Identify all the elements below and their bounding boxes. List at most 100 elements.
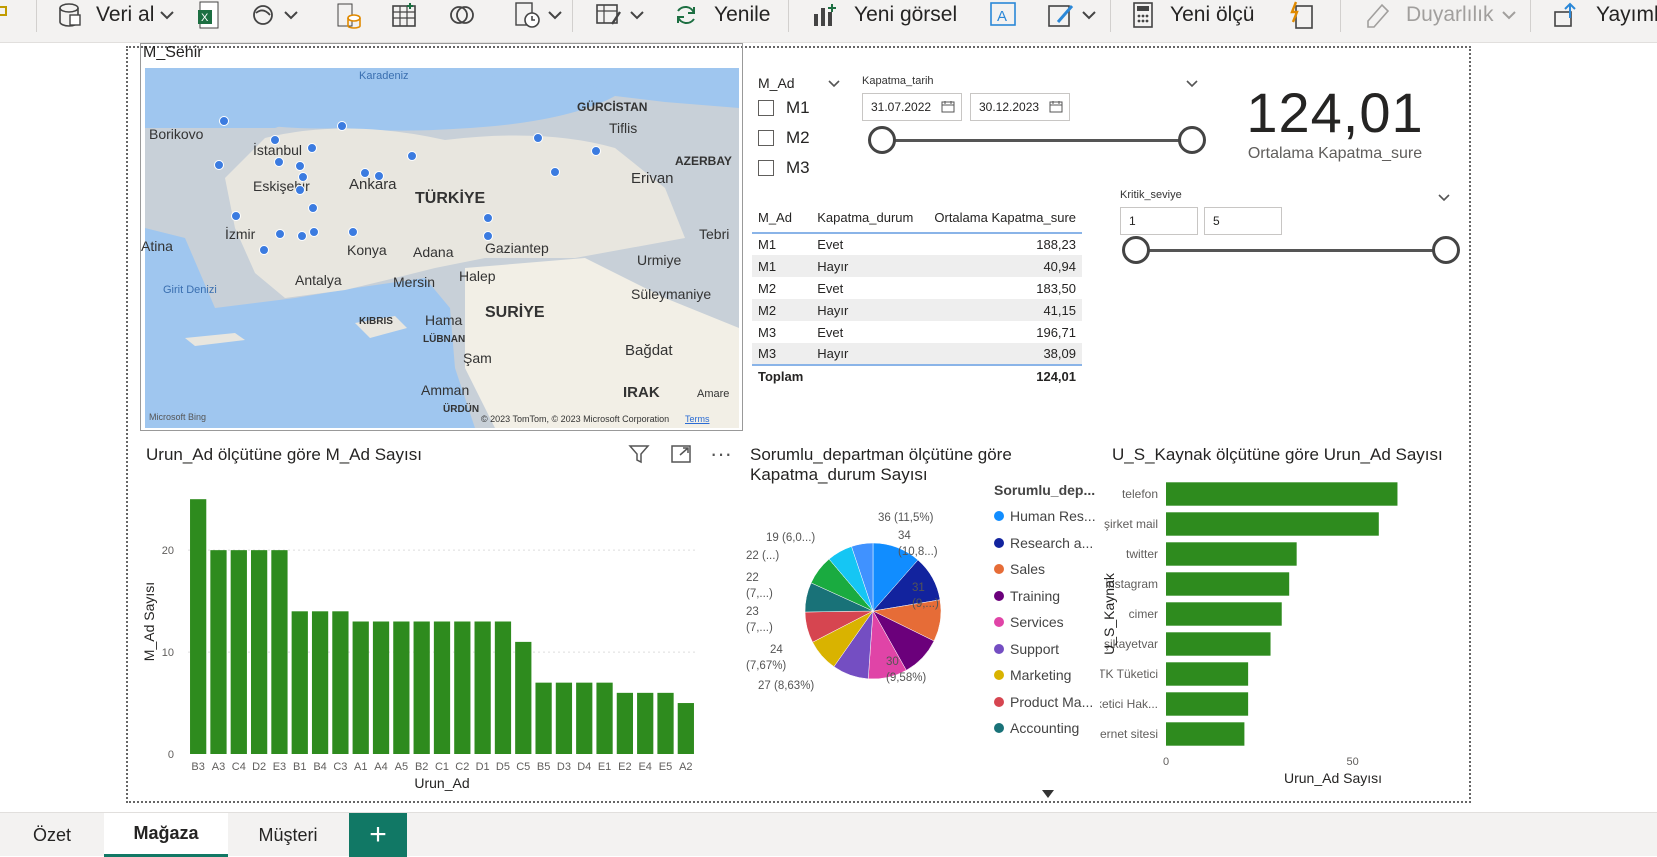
kaynak-bar-chart[interactable]: U_S_Kaynak ölçütüne göre Urun_Ad Sayısı …	[1100, 441, 1466, 805]
slicer-header: Kapatma_tarih	[862, 75, 934, 87]
date-slider-end-handle[interactable]	[1178, 126, 1206, 154]
tab-musteri[interactable]: Müşteri	[228, 813, 348, 857]
table-cell: 183,50	[1036, 280, 1076, 296]
table-cell: Evet	[817, 280, 844, 296]
calendar-icon[interactable]	[941, 100, 955, 116]
table-row[interactable]: M3 Hayır 38,09	[752, 343, 1082, 365]
department-pie-chart[interactable]: Sorumlu_departman ölçütüne göre Kapatma_…	[746, 441, 1096, 805]
legend-item[interactable]: Training	[994, 583, 1096, 610]
legend-item[interactable]: Support	[994, 636, 1096, 663]
get-data-button[interactable]: Veri al	[56, 0, 175, 30]
legend-marker	[994, 590, 1004, 601]
legend-item[interactable]: Research a...	[994, 530, 1096, 557]
table-cell: 196,71	[1036, 324, 1076, 340]
checkbox[interactable]	[758, 100, 774, 116]
kritik-slider-min-handle[interactable]	[1122, 236, 1150, 264]
pie-data-label: 22 (...)	[746, 550, 779, 562]
publish-button[interactable]: Yayımla	[1552, 0, 1657, 30]
bar	[1166, 512, 1379, 536]
quick-measure-icon	[1288, 0, 1316, 30]
table-row[interactable]: M3 Evet 196,71	[752, 321, 1082, 343]
tab-magaza[interactable]: Mağaza	[104, 813, 228, 857]
chevron-down-icon[interactable]	[828, 75, 840, 91]
legend-marker	[994, 723, 1004, 734]
map-point	[274, 157, 284, 167]
start-date-input[interactable]: 31.07.2022	[862, 93, 962, 121]
date-slider-start-handle[interactable]	[868, 126, 896, 154]
table-row[interactable]: M1 Hayır 40,94	[752, 255, 1082, 277]
legend-item[interactable]: Accounting	[994, 715, 1096, 742]
focus-mode-icon[interactable]	[670, 443, 692, 470]
legend-item[interactable]: Product Ma...	[994, 689, 1096, 716]
kpi-card[interactable]: 124,01 Ortalama Kapatma_sure	[1230, 83, 1440, 173]
legend-scroll-down-icon[interactable]	[1042, 785, 1054, 803]
calendar-icon[interactable]	[1049, 100, 1063, 116]
transform-data-button[interactable]	[594, 0, 644, 30]
new-measure-button[interactable]: Yeni ölçü	[1130, 0, 1254, 30]
textbox-button[interactable]: A	[988, 0, 1018, 30]
bar	[1166, 482, 1398, 506]
table-cell: 188,23	[1036, 237, 1076, 252]
quick-measure-button[interactable]	[1288, 0, 1316, 30]
map-terms-link[interactable]: Terms	[685, 414, 710, 424]
slicer-option[interactable]: M2	[758, 123, 840, 153]
date-slicer[interactable]: Kapatma_tarih 31.07.2022 30.12.2023	[862, 75, 1206, 155]
legend-item[interactable]: Human Res...	[994, 503, 1096, 530]
pie-data-label: 19 (6,0...)	[766, 532, 815, 544]
dataverse-button[interactable]	[448, 0, 476, 30]
urun-ad-bar-chart[interactable]: Urun_Ad ölçütüne göre M_Ad Sayısı ··· 0 1…	[140, 441, 740, 805]
filter-icon[interactable]	[628, 443, 650, 470]
card-value: 124,01	[1246, 81, 1424, 144]
sensitivity-button[interactable]: Duyarlılık	[1364, 0, 1516, 30]
chevron-down-icon[interactable]	[1186, 75, 1198, 93]
slicer-option[interactable]: M1	[758, 93, 840, 123]
kritik-slider-track[interactable]	[1136, 249, 1446, 252]
legend-marker	[994, 696, 1004, 707]
map-point	[533, 133, 543, 143]
more-visuals-button[interactable]	[1046, 0, 1096, 30]
table-row[interactable]: M2 Evet 183,50	[752, 277, 1082, 299]
table-row[interactable]: M2 Hayır 41,15	[752, 299, 1082, 321]
checkbox[interactable]	[758, 130, 774, 146]
m-ad-slicer[interactable]: M_Ad M1 M2 M3	[758, 73, 840, 183]
onelake-button[interactable]	[250, 0, 298, 30]
min-value-input[interactable]: 1	[1120, 207, 1198, 235]
map-visual[interactable]: M_Sehir Karadeniz GÜRCİSTAN Tiflis AZERB…	[140, 43, 743, 431]
max-value-input[interactable]: 5	[1204, 207, 1282, 235]
legend-item[interactable]: Services	[994, 609, 1096, 636]
x-tick-label: A3	[212, 761, 225, 773]
recent-sources-button[interactable]	[512, 0, 562, 30]
option-label: M3	[786, 158, 810, 177]
legend-label: Marketing	[1010, 667, 1072, 684]
table-cell: 124,01	[1036, 369, 1076, 384]
end-date-input[interactable]: 30.12.2023	[970, 93, 1070, 121]
bar	[250, 550, 268, 754]
kritik-slider-max-handle[interactable]	[1432, 236, 1460, 264]
column-header[interactable]: M_Ad	[752, 203, 811, 233]
summary-table[interactable]: M_Ad Kapatma_durum Ortalama Kapatma_sure…	[752, 203, 1088, 433]
enter-data-button[interactable]	[390, 0, 418, 30]
chevron-down-icon[interactable]	[1438, 189, 1450, 207]
new-visual-button[interactable]: Yeni görsel	[810, 0, 957, 30]
report-canvas: M_Sehir Karadeniz GÜRCİSTAN Tiflis AZERB…	[0, 43, 1657, 812]
x-tick-label: E4	[638, 761, 651, 773]
tab-ozet[interactable]: Özet	[0, 813, 104, 857]
excel-button[interactable]: X	[196, 0, 222, 30]
column-header[interactable]: Kapatma_durum	[811, 203, 923, 233]
sql-server-button[interactable]	[334, 0, 362, 30]
sensitivity-icon	[1364, 1, 1392, 29]
x-tick-label: A2	[679, 761, 692, 773]
checkbox[interactable]	[758, 160, 774, 176]
add-page-button[interactable]: +	[349, 813, 407, 857]
format-painter-icon[interactable]	[0, 0, 10, 30]
calculator-icon	[1130, 0, 1156, 30]
kritik-seviye-slicer[interactable]: Kritik_seviye 1 5	[1120, 189, 1460, 269]
refresh-button[interactable]: Yenile	[672, 0, 770, 30]
column-header[interactable]: Ortalama Kapatma_sure	[923, 203, 1082, 233]
legend-item[interactable]: Sales	[994, 556, 1096, 583]
table-row[interactable]: M1 Evet 188,23	[752, 233, 1082, 255]
legend-item[interactable]: Marketing	[994, 662, 1096, 689]
more-options-icon[interactable]: ···	[710, 441, 732, 467]
slicer-option[interactable]: M3	[758, 153, 840, 183]
date-slider-track[interactable]	[882, 139, 1182, 142]
